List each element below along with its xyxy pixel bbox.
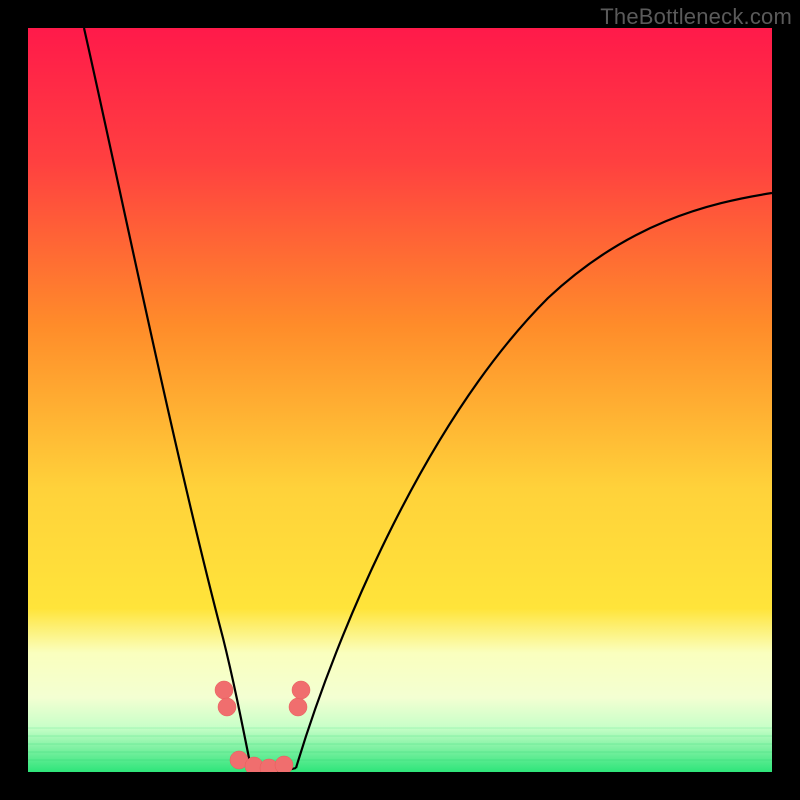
- bottleneck-curve-chart: [28, 28, 772, 772]
- chart-svg: [28, 28, 772, 772]
- gradient-background: [28, 28, 772, 772]
- watermark-text: TheBottleneck.com: [600, 4, 792, 30]
- chart-frame: [28, 28, 772, 772]
